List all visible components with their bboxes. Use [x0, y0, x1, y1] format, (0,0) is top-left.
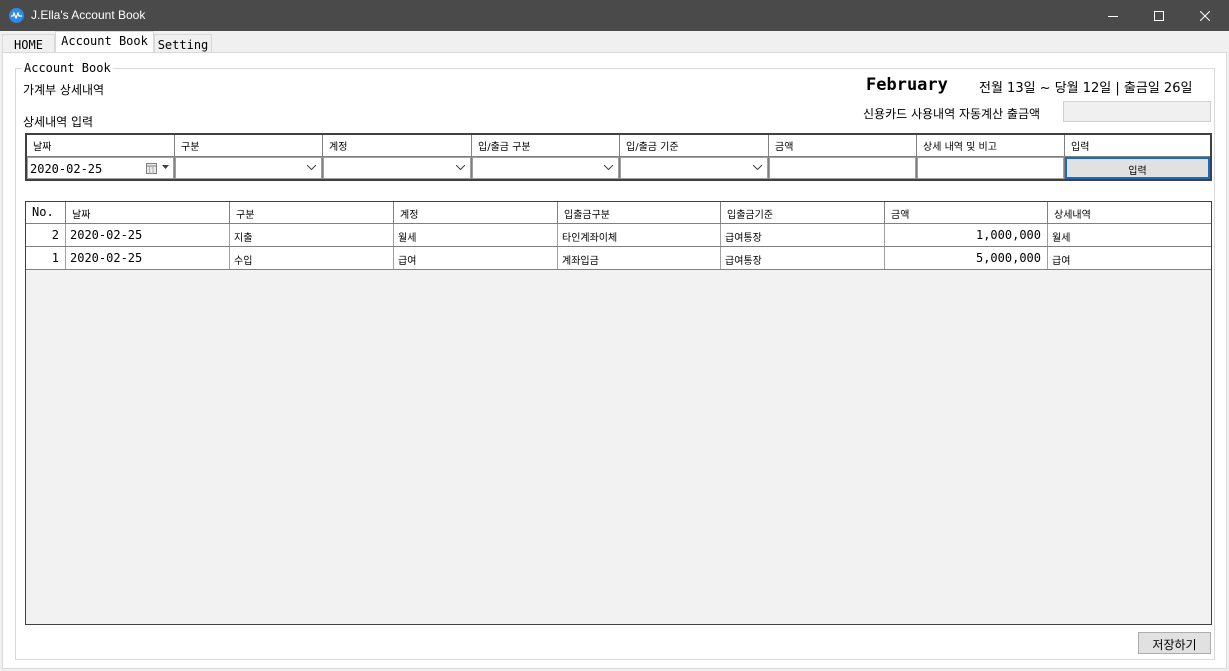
table-row[interactable]: 1 2020-02-25 수입 급여 계좌입금 급여통장 5,000,000 급…: [26, 247, 1211, 270]
cell-account: 월세: [394, 224, 558, 246]
io-type-select[interactable]: [472, 157, 620, 179]
date-input[interactable]: 2020-02-25: [27, 157, 174, 179]
maximize-button[interactable]: [1136, 0, 1182, 31]
group-legend: Account Book: [22, 61, 113, 75]
chevron-down-icon: [753, 165, 762, 170]
io-basis-select[interactable]: [620, 157, 769, 179]
column-header-date: 날짜: [66, 202, 230, 223]
minimize-icon: [1108, 15, 1118, 17]
month-title: February: [866, 75, 948, 95]
table-row[interactable]: 2 2020-02-25 지출 월세 타인계좌이체 급여통장 1,000,000…: [26, 224, 1211, 247]
chevron-down-icon: [456, 165, 465, 170]
entry-header-detail: 상세 내역 및 비고: [917, 135, 1065, 156]
type-combo[interactable]: [175, 157, 322, 179]
close-icon: [1200, 10, 1210, 21]
app-logo-icon: [9, 8, 24, 23]
entry-header-date: 날짜: [27, 135, 175, 156]
io-type-combo[interactable]: [472, 157, 619, 179]
cell-io-type: 타인계좌이체: [558, 224, 721, 246]
entry-header-account: 계정: [323, 135, 472, 156]
entry-input-row: 2020-02-25 입력: [27, 157, 1210, 179]
entry-grid: 날짜 구분 계정 입/출금 구분 입/출금 기준 금액 상세 내역 및 비고 입…: [25, 133, 1212, 181]
detail-input[interactable]: [917, 157, 1064, 179]
column-header-type: 구분: [230, 202, 394, 223]
date-value: 2020-02-25: [30, 162, 103, 176]
cell-no: 1: [26, 247, 66, 269]
amount-input[interactable]: [769, 157, 916, 179]
tab-setting[interactable]: Setting: [154, 34, 212, 53]
minimize-button[interactable]: [1090, 0, 1136, 31]
entry-header-row: 날짜 구분 계정 입/출금 구분 입/출금 기준 금액 상세 내역 및 비고 입…: [27, 135, 1210, 157]
cc-amount-field: [1063, 101, 1211, 122]
close-button[interactable]: [1182, 0, 1228, 31]
maximize-icon: [1154, 10, 1164, 21]
io-basis-combo[interactable]: [620, 157, 768, 179]
tab-home[interactable]: HOME: [2, 34, 55, 53]
calendar-icon[interactable]: [146, 163, 157, 174]
cell-no: 2: [26, 224, 66, 246]
window-title: J.Ella's Account Book: [31, 8, 146, 22]
tab-bar: HOME Account Book Setting: [0, 31, 1229, 53]
submit-cell: 입력: [1065, 157, 1210, 179]
cell-type: 지출: [230, 224, 394, 246]
chevron-down-icon: [604, 165, 613, 170]
cell-date: 2020-02-25: [66, 224, 230, 246]
chevron-down-icon: [162, 165, 169, 169]
cell-amount: 5,000,000: [885, 247, 1048, 269]
cell-date: 2020-02-25: [66, 247, 230, 269]
tab-page: Account Book 가계부 상세내역 상세내역 입력 February 전…: [2, 52, 1227, 669]
cell-io-type: 계좌입금: [558, 247, 721, 269]
type-select[interactable]: [175, 157, 323, 179]
column-header-io-basis: 입출금기준: [721, 202, 885, 223]
entry-header-type: 구분: [175, 135, 323, 156]
account-select[interactable]: [323, 157, 472, 179]
chevron-down-icon: [307, 165, 316, 170]
cc-amount-label: 신용카드 사용내역 자동계산 출금액: [863, 107, 1041, 121]
cell-detail: 급여: [1052, 256, 1071, 267]
page-subtitle: 가계부 상세내역: [23, 83, 105, 97]
account-combo[interactable]: [323, 157, 471, 179]
billing-period: 전월 13일 ~ 당월 12일 | 출금일 26일: [979, 81, 1193, 96]
entry-section-title: 상세내역 입력: [23, 115, 94, 129]
cell-io-basis: 급여통장: [721, 247, 885, 269]
column-header-amount: 금액: [885, 202, 1048, 223]
detail-cell: [917, 157, 1065, 179]
date-picker[interactable]: 2020-02-25: [27, 157, 175, 179]
column-header-no: No.: [26, 202, 66, 223]
cell-detail: 월세: [1052, 233, 1071, 244]
save-button[interactable]: 저장하기: [1138, 632, 1211, 654]
cell-io-basis: 급여통장: [721, 224, 885, 246]
entry-header-io-type: 입/출금 구분: [472, 135, 620, 156]
entry-header-amount: 금액: [769, 135, 917, 156]
cell-account: 급여: [394, 247, 558, 269]
amount-cell: [769, 157, 917, 179]
column-header-io-type: 입출금구분: [558, 202, 721, 223]
transaction-table[interactable]: No. 날짜 구분 계정 입출금구분 입출금기준 금액 상세내역 2 2020-…: [25, 201, 1212, 625]
column-header-account: 계정: [394, 202, 558, 223]
title-bar: J.Ella's Account Book: [0, 0, 1229, 31]
entry-header-input: 입력: [1071, 142, 1090, 153]
tab-account-book[interactable]: Account Book: [55, 31, 154, 53]
cell-type: 수입: [230, 247, 394, 269]
table-header-row: No. 날짜 구분 계정 입출금구분 입출금기준 금액 상세내역: [26, 202, 1211, 224]
cell-amount: 1,000,000: [885, 224, 1048, 246]
entry-header-io-basis: 입/출금 기준: [620, 135, 769, 156]
column-header-detail: 상세내역: [1054, 210, 1091, 221]
submit-entry-button[interactable]: 입력: [1065, 157, 1210, 179]
